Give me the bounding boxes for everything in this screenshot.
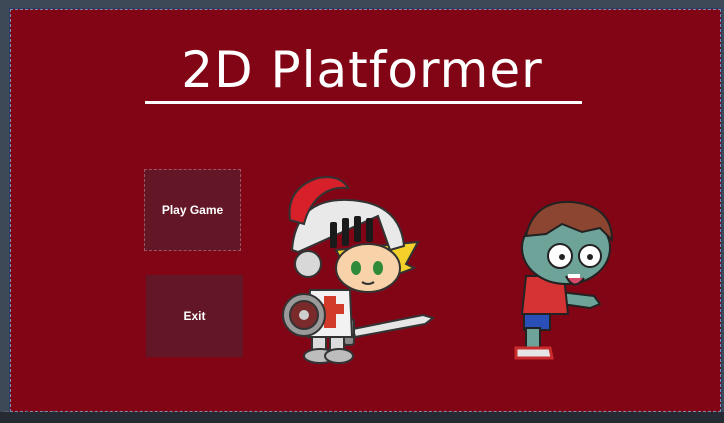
editor-bottom-strip <box>0 412 724 423</box>
knight-sprite <box>282 176 436 364</box>
game-title: 2D Platformer <box>181 41 543 99</box>
title-underline <box>145 101 582 104</box>
shield-icon <box>282 293 326 337</box>
zombie-sprite <box>514 200 614 360</box>
sword-icon <box>343 313 436 346</box>
exit-button[interactable]: Exit <box>146 275 243 357</box>
play-game-button[interactable]: Play Game <box>144 169 241 251</box>
